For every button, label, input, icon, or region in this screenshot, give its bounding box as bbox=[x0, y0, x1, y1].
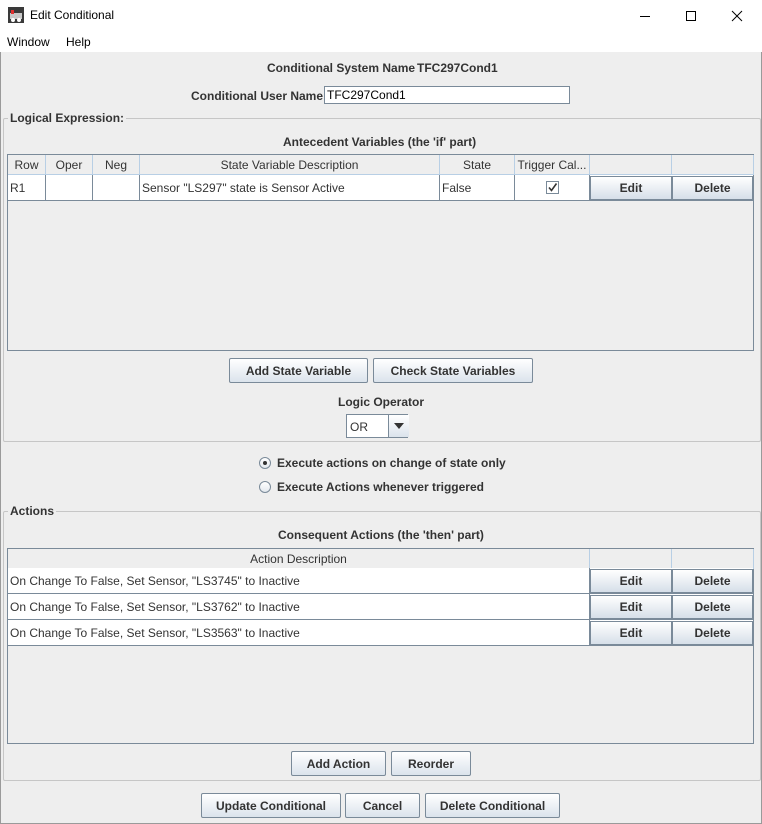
table-row[interactable]: On Change To False, Set Sensor, "LS3762"… bbox=[8, 594, 753, 620]
action-description: On Change To False, Set Sensor, "LS3745"… bbox=[8, 568, 590, 593]
execute-on-change-radio[interactable] bbox=[259, 457, 271, 469]
delete-variable-button[interactable]: Delete bbox=[672, 176, 753, 200]
add-state-variable-button[interactable]: Add State Variable bbox=[229, 358, 368, 383]
menu-bar bbox=[0, 31, 762, 52]
col-edit[interactable] bbox=[590, 155, 672, 175]
row-neg[interactable] bbox=[93, 175, 140, 200]
add-action-button[interactable]: Add Action bbox=[291, 751, 386, 776]
table-row[interactable]: On Change To False, Set Sensor, "LS3745"… bbox=[8, 568, 753, 594]
consequent-table-title: Consequent Actions (the 'then' part) bbox=[278, 528, 484, 542]
col-description[interactable]: State Variable Description bbox=[140, 155, 440, 175]
system-name-label: Conditional System Name bbox=[267, 61, 416, 75]
logical-expression-legend: Logical Expression: bbox=[10, 111, 125, 125]
execute-whenever-radio[interactable] bbox=[259, 481, 271, 493]
logic-operator-value: OR bbox=[350, 420, 368, 434]
edit-action-button[interactable]: Edit bbox=[590, 595, 672, 619]
trigger-checkbox[interactable] bbox=[545, 181, 559, 194]
update-conditional-button[interactable]: Update Conditional bbox=[201, 793, 341, 818]
col-action-edit[interactable] bbox=[590, 549, 672, 569]
row-state: False bbox=[440, 175, 515, 200]
antecedent-table-title: Antecedent Variables (the 'if' part) bbox=[283, 135, 477, 149]
close-button[interactable] bbox=[714, 0, 760, 31]
edit-variable-button[interactable]: Edit bbox=[590, 176, 672, 200]
system-name-value: TFC297Cond1 bbox=[417, 61, 498, 75]
edit-action-button[interactable]: Edit bbox=[590, 621, 672, 645]
execute-on-change-label[interactable]: Execute actions on change of state only bbox=[277, 456, 506, 470]
maximize-icon bbox=[686, 10, 696, 21]
col-action-description[interactable]: Action Description bbox=[8, 549, 590, 569]
delete-action-button[interactable]: Delete bbox=[672, 569, 753, 593]
table-row[interactable]: On Change To False, Set Sensor, "LS3563"… bbox=[8, 620, 753, 646]
delete-conditional-button[interactable]: Delete Conditional bbox=[425, 793, 560, 818]
reorder-button[interactable]: Reorder bbox=[391, 751, 471, 776]
row-oper[interactable] bbox=[46, 175, 93, 200]
checkmark-icon bbox=[547, 183, 557, 192]
chevron-down-icon bbox=[394, 423, 404, 429]
minimize-button[interactable] bbox=[622, 0, 668, 31]
col-oper[interactable]: Oper bbox=[46, 155, 93, 175]
check-state-variables-button[interactable]: Check State Variables bbox=[373, 358, 533, 383]
col-delete[interactable] bbox=[672, 155, 754, 175]
window-border-left bbox=[0, 52, 1, 824]
logic-operator-label: Logic Operator bbox=[338, 395, 425, 409]
row-id: R1 bbox=[8, 175, 46, 200]
row-description: Sensor "LS297" state is Sensor Active bbox=[140, 175, 440, 200]
actions-table: Action Description On Change To False, S… bbox=[7, 548, 754, 744]
dropdown-arrow-button[interactable] bbox=[388, 415, 409, 437]
menu-window[interactable]: Window bbox=[7, 35, 50, 49]
delete-action-button[interactable]: Delete bbox=[672, 595, 753, 619]
delete-action-button[interactable]: Delete bbox=[672, 621, 753, 645]
user-name-label: Conditional User Name bbox=[191, 89, 324, 103]
col-trigger[interactable]: Trigger Cal... bbox=[515, 155, 590, 175]
col-state[interactable]: State bbox=[440, 155, 515, 175]
logic-operator-select[interactable]: OR bbox=[346, 414, 409, 438]
menu-help[interactable]: Help bbox=[66, 35, 91, 49]
cancel-button[interactable]: Cancel bbox=[345, 793, 420, 818]
col-row[interactable]: Row bbox=[8, 155, 46, 175]
edit-action-button[interactable]: Edit bbox=[590, 569, 672, 593]
row-trigger bbox=[515, 175, 590, 200]
execute-whenever-label[interactable]: Execute Actions whenever triggered bbox=[277, 480, 484, 494]
action-description: On Change To False, Set Sensor, "LS3563"… bbox=[8, 620, 590, 645]
col-action-delete[interactable] bbox=[672, 549, 754, 569]
col-neg[interactable]: Neg bbox=[93, 155, 140, 175]
maximize-button[interactable] bbox=[668, 0, 714, 31]
minimize-icon bbox=[640, 15, 650, 17]
table-row[interactable]: R1 Sensor "LS297" state is Sensor Active… bbox=[8, 175, 753, 201]
app-icon bbox=[8, 7, 24, 23]
actions-legend: Actions bbox=[10, 504, 55, 518]
antecedent-table: Row Oper Neg State Variable Description … bbox=[7, 154, 754, 351]
radio-selected-dot bbox=[263, 461, 267, 465]
close-icon bbox=[731, 10, 743, 21]
action-description: On Change To False, Set Sensor, "LS3762"… bbox=[8, 594, 590, 619]
window-title: Edit Conditional bbox=[30, 8, 115, 22]
user-name-input[interactable] bbox=[324, 86, 570, 104]
